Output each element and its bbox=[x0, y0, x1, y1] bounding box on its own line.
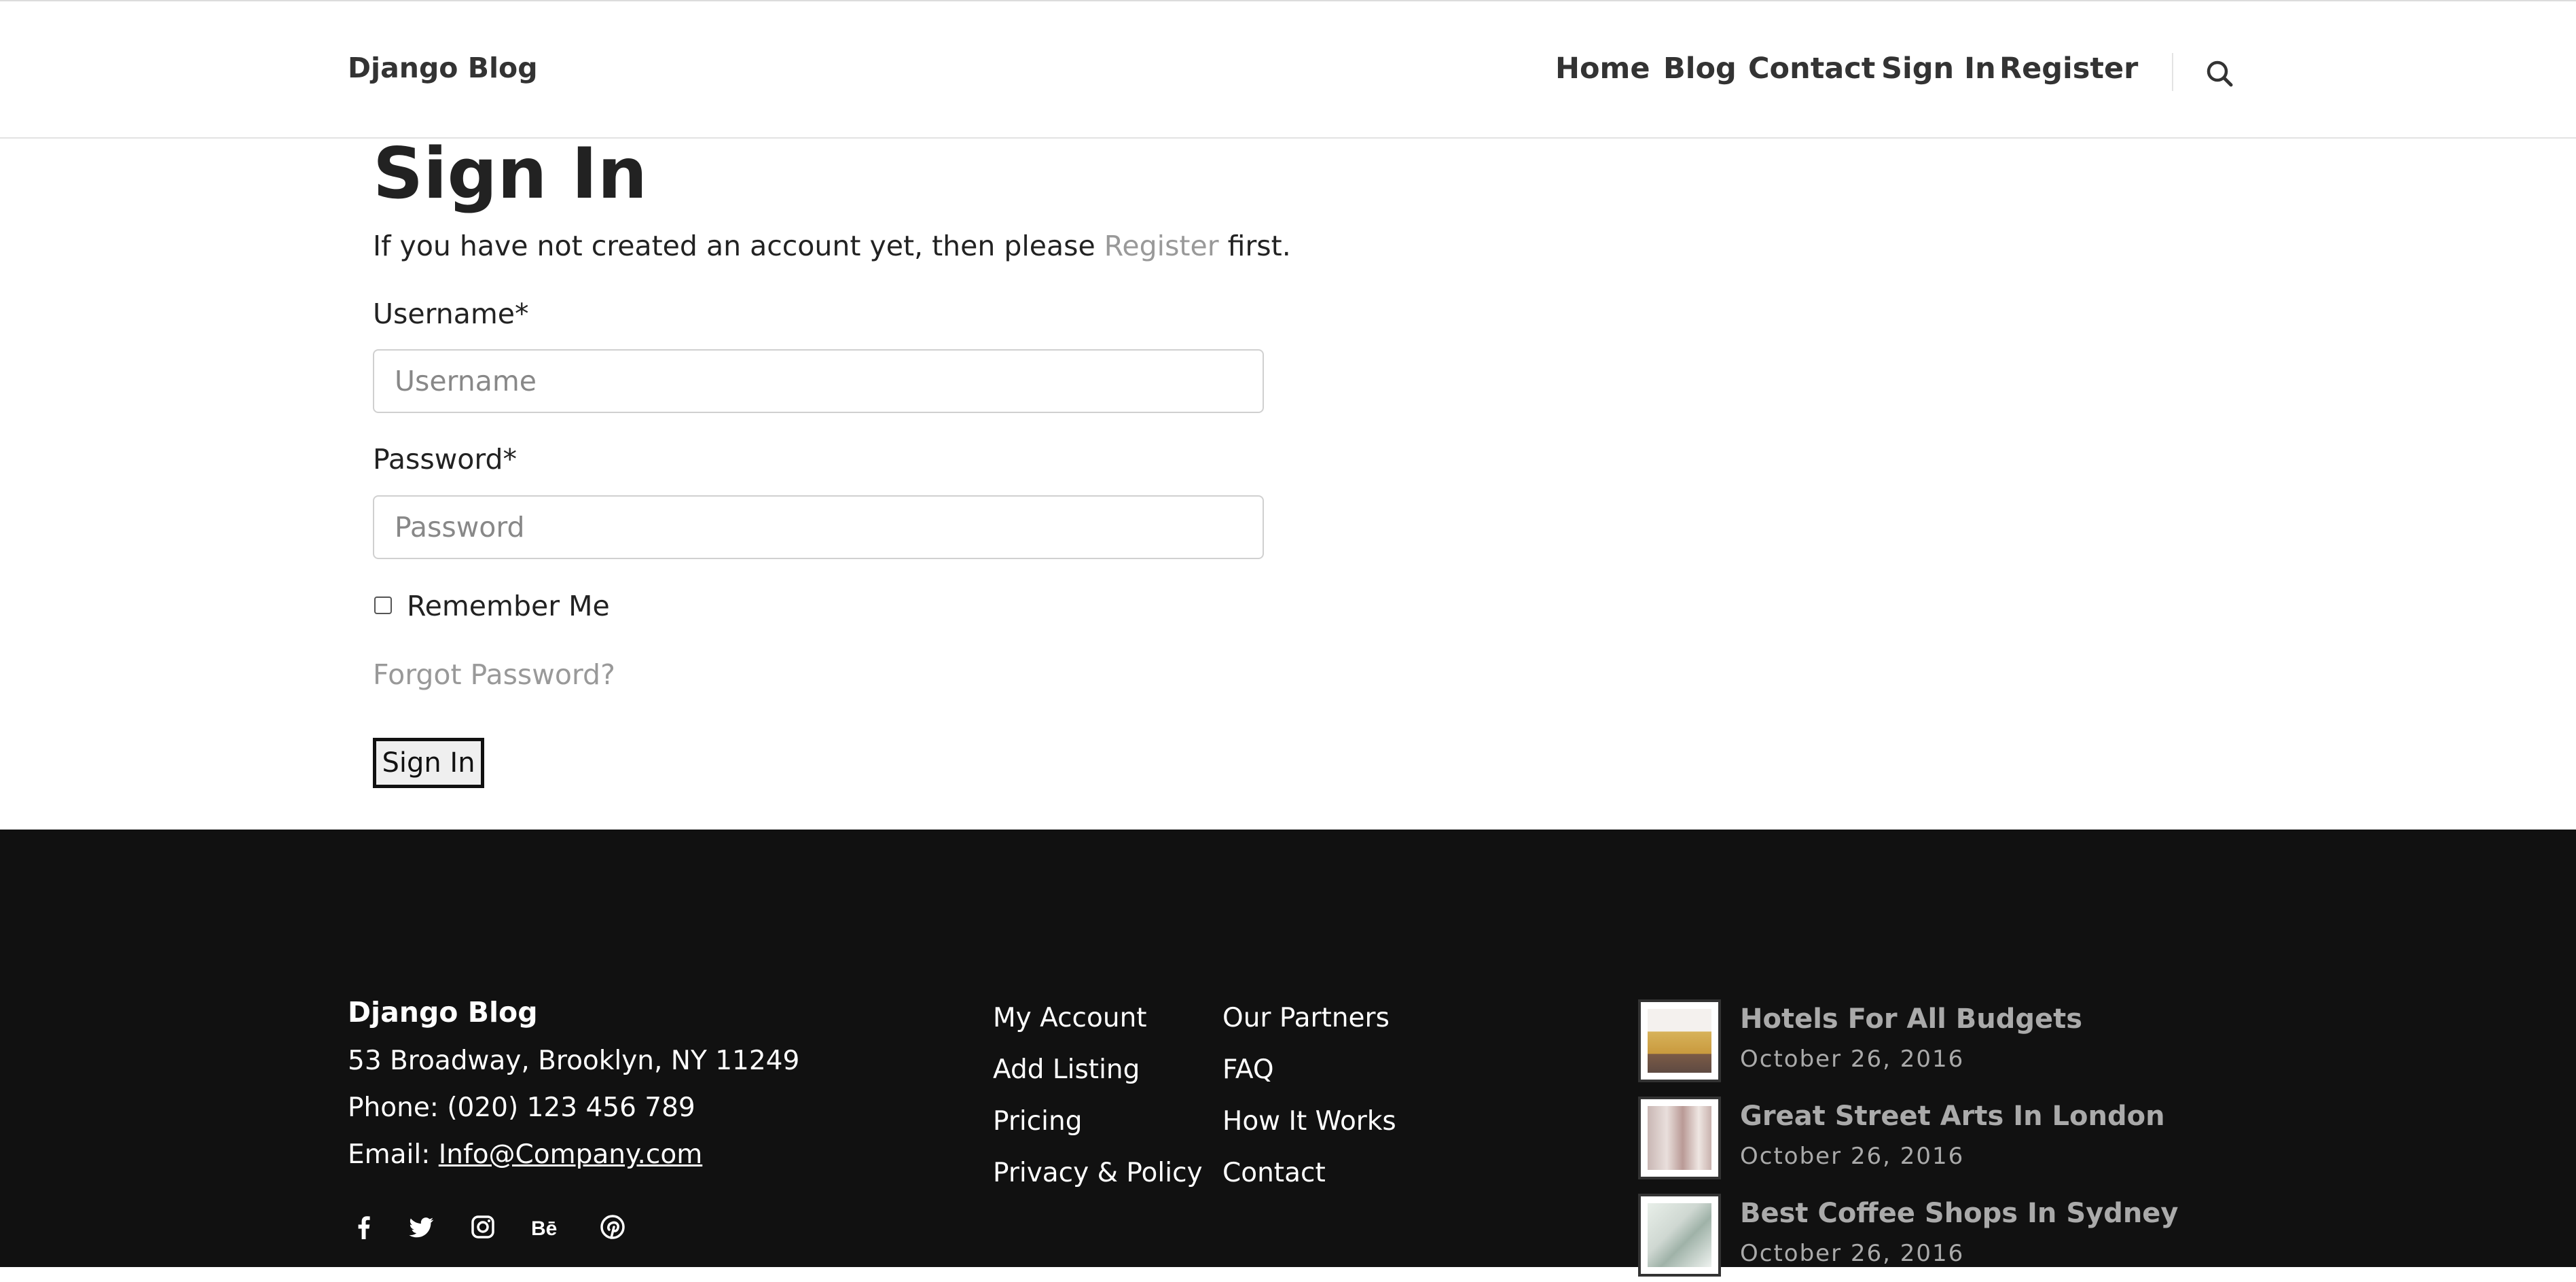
footer-phone: Phone: (020) 123 456 789 bbox=[348, 1092, 695, 1123]
footer-email: Email: Info@Company.com bbox=[348, 1139, 702, 1170]
recent-post[interactable]: Great Street Arts In London October 26, … bbox=[1638, 1097, 2249, 1185]
footer-link-how-it-works[interactable]: How It Works bbox=[1222, 1106, 1396, 1137]
footer-link-pricing[interactable]: Pricing bbox=[993, 1106, 1082, 1137]
nav-divider bbox=[2172, 53, 2173, 91]
nav-sign-in[interactable]: Sign In bbox=[1881, 52, 1996, 86]
search-icon[interactable] bbox=[2205, 58, 2234, 88]
nav-blog[interactable]: Blog bbox=[1663, 52, 1737, 86]
footer-link-add-listing[interactable]: Add Listing bbox=[993, 1054, 1140, 1085]
password-input[interactable] bbox=[373, 495, 1264, 559]
post-thumbnail[interactable] bbox=[1638, 1097, 1721, 1179]
footer-address: 53 Broadway, Brooklyn, NY 11249 bbox=[348, 1046, 800, 1076]
pinterest-icon[interactable] bbox=[598, 1212, 628, 1242]
sign-in-button[interactable]: Sign In bbox=[373, 738, 484, 788]
page-title: Sign In bbox=[373, 133, 648, 215]
post-date: October 26, 2016 bbox=[1740, 1240, 1965, 1267]
facebook-icon[interactable] bbox=[349, 1212, 379, 1242]
nav-contact[interactable]: Contact bbox=[1748, 52, 1875, 86]
post-thumbnail[interactable] bbox=[1638, 999, 1721, 1082]
instagram-icon[interactable] bbox=[468, 1212, 498, 1242]
post-thumbnail[interactable] bbox=[1638, 1194, 1721, 1277]
post-title[interactable]: Hotels For All Budgets bbox=[1740, 1003, 2082, 1035]
site-brand[interactable]: Django Blog bbox=[348, 52, 538, 84]
register-link[interactable]: Register bbox=[1104, 230, 1219, 262]
footer-link-contact[interactable]: Contact bbox=[1222, 1158, 1326, 1188]
post-date: October 26, 2016 bbox=[1740, 1143, 1965, 1170]
nav-register[interactable]: Register bbox=[1999, 52, 2138, 86]
post-title[interactable]: Best Coffee Shops In Sydney bbox=[1740, 1198, 2179, 1229]
footer-link-faq[interactable]: FAQ bbox=[1222, 1054, 1274, 1085]
footer-link-privacy-policy[interactable]: Privacy & Policy bbox=[993, 1158, 1203, 1188]
username-input[interactable] bbox=[373, 349, 1264, 413]
footer-link-our-partners[interactable]: Our Partners bbox=[1222, 1003, 1390, 1033]
footer-email-label: Email: bbox=[348, 1139, 439, 1170]
forgot-password-link[interactable]: Forgot Password? bbox=[373, 658, 615, 691]
behance-icon[interactable]: Bē bbox=[531, 1212, 561, 1242]
post-title[interactable]: Great Street Arts In London bbox=[1740, 1101, 2165, 1132]
site-header: Django Blog Home Blog Contact Sign In Re… bbox=[0, 1, 2576, 139]
password-label: Password* bbox=[373, 443, 518, 476]
site-footer: Django Blog 53 Broadway, Brooklyn, NY 11… bbox=[0, 830, 2576, 1277]
recent-post[interactable]: Best Coffee Shops In Sydney October 26, … bbox=[1638, 1194, 2249, 1282]
intro-text-after: first. bbox=[1218, 230, 1291, 262]
nav-home[interactable]: Home bbox=[1555, 52, 1650, 86]
post-date: October 26, 2016 bbox=[1740, 1046, 1965, 1073]
svg-text:Bē: Bē bbox=[531, 1217, 557, 1240]
signin-intro: If you have not created an account yet, … bbox=[373, 230, 1291, 262]
remember-me-label[interactable]: Remember Me bbox=[407, 590, 610, 622]
twitter-icon[interactable] bbox=[406, 1212, 436, 1242]
footer-link-my-account[interactable]: My Account bbox=[993, 1003, 1147, 1033]
username-label: Username* bbox=[373, 298, 529, 330]
recent-post[interactable]: Hotels For All Budgets October 26, 2016 bbox=[1638, 999, 2249, 1088]
intro-text-before: If you have not created an account yet, … bbox=[373, 230, 1104, 262]
footer-email-link[interactable]: Info@Company.com bbox=[439, 1139, 702, 1170]
footer-brand: Django Blog bbox=[348, 996, 538, 1029]
remember-me-checkbox[interactable] bbox=[374, 597, 392, 614]
